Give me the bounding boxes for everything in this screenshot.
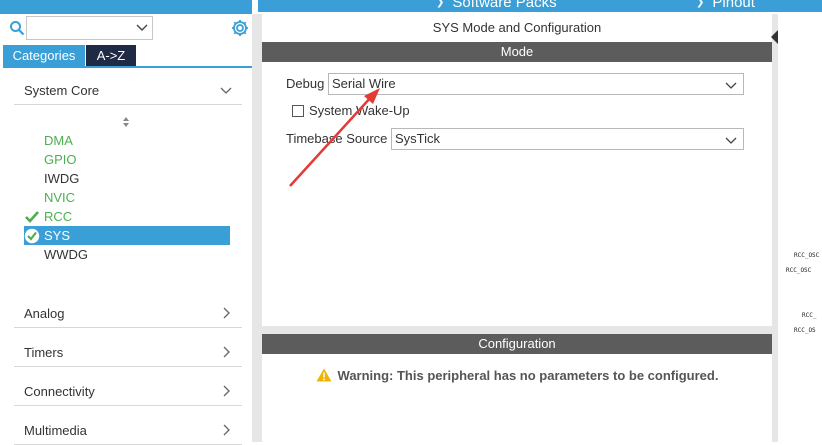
left-sidebar: Categories A->Z System Core DMA GPIO IWD… <box>0 0 252 445</box>
page-title: SYS Mode and Configuration <box>432 20 602 35</box>
debug-label: Debug <box>286 76 325 91</box>
category-multimedia[interactable]: Multimedia <box>14 415 242 445</box>
warning-text: Warning: This peripheral has no paramete… <box>337 368 719 383</box>
list-item-gpio[interactable]: GPIO <box>24 150 230 169</box>
sys-config-panel: SYS Mode and Configuration Mode Debug Se… <box>262 14 772 442</box>
list-item-label: DMA <box>44 133 73 148</box>
pinout-menu[interactable]: ❯ Pinout <box>696 0 755 11</box>
list-item-wwdg[interactable]: WWDG <box>24 245 230 264</box>
chevron-down-icon <box>725 82 737 89</box>
top-toolbar: ❯ Software Packs ❯ Pinout <box>258 0 822 12</box>
search-row <box>6 16 250 40</box>
chevron-right-icon <box>223 307 230 319</box>
tab-a-z[interactable]: A->Z <box>86 45 136 67</box>
list-item-label: WWDG <box>44 247 89 262</box>
software-packs-label: Software Packs <box>452 0 557 11</box>
pinout-view[interactable]: RCC_OSC RCC_OSC RCC_ RCC_OS <box>778 14 822 442</box>
list-item-iwdg[interactable]: IWDG <box>24 169 230 188</box>
search-icon[interactable] <box>9 20 25 36</box>
category-connectivity[interactable]: Connectivity <box>14 376 242 406</box>
pin-label: RCC_OSC <box>786 267 812 274</box>
list-item-label: RCC <box>44 209 73 224</box>
chevron-down-icon: ❯ <box>696 0 705 8</box>
gear-icon[interactable] <box>230 18 250 38</box>
chevron-down-icon <box>725 137 737 144</box>
check-circle-icon <box>24 228 40 244</box>
timebase-source-select[interactable]: SysTick <box>391 128 744 150</box>
chevron-down-icon <box>220 87 232 94</box>
system-wake-up-label: System Wake-Up <box>309 103 410 118</box>
chevron-right-icon <box>223 424 230 436</box>
chevron-down-icon[interactable] <box>136 21 148 33</box>
category-timers[interactable]: Timers <box>14 337 242 367</box>
category-label: Analog <box>24 306 65 321</box>
category-label: Connectivity <box>24 384 95 399</box>
list-item-rcc[interactable]: RCC <box>24 207 230 226</box>
warning-message: Warning: This peripheral has no paramete… <box>262 368 772 388</box>
configuration-section-header: Configuration <box>262 334 772 354</box>
category-label: System Core <box>24 83 100 98</box>
chevron-down-icon: ❯ <box>436 0 445 8</box>
panel-divider[interactable] <box>262 326 772 334</box>
chevron-right-icon <box>223 385 230 397</box>
list-item-label: GPIO <box>44 152 77 167</box>
pin-label: RCC_ <box>802 312 817 319</box>
list-item-label: IWDG <box>44 171 80 186</box>
tab-categories[interactable]: Categories <box>3 45 85 67</box>
sort-icon[interactable] <box>120 116 132 128</box>
pin-label: RCC_OS <box>794 327 816 334</box>
timebase-source-label: Timebase Source <box>286 131 388 146</box>
debug-select-value: Serial Wire <box>332 76 396 91</box>
list-item-dma[interactable]: DMA <box>24 131 230 150</box>
pinout-label: Pinout <box>712 0 755 11</box>
category-label: Timers <box>24 345 64 360</box>
checkmark-icon <box>25 211 39 223</box>
list-item-label: SYS <box>44 228 71 243</box>
category-label: Multimedia <box>24 423 87 438</box>
chevron-right-icon <box>223 346 230 358</box>
list-item-sys[interactable]: SYS <box>24 226 230 245</box>
tab-underline <box>3 66 252 68</box>
mode-section-header: Mode <box>262 42 772 62</box>
category-system-core[interactable]: System Core <box>14 75 242 105</box>
warning-icon <box>316 368 332 382</box>
search-input[interactable] <box>26 16 153 40</box>
panel-splitter[interactable] <box>252 14 262 442</box>
list-item-label: NVIC <box>44 190 76 205</box>
sidebar-top-strip <box>0 0 252 14</box>
category-analog[interactable]: Analog <box>14 298 242 328</box>
timebase-select-value: SysTick <box>395 131 441 146</box>
debug-select[interactable]: Serial Wire <box>328 73 744 95</box>
system-wake-up-checkbox[interactable] <box>292 105 304 117</box>
list-item-nvic[interactable]: NVIC <box>24 188 230 207</box>
software-packs-menu[interactable]: ❯ Software Packs <box>436 0 557 11</box>
pin-label: RCC_OSC <box>794 252 820 259</box>
